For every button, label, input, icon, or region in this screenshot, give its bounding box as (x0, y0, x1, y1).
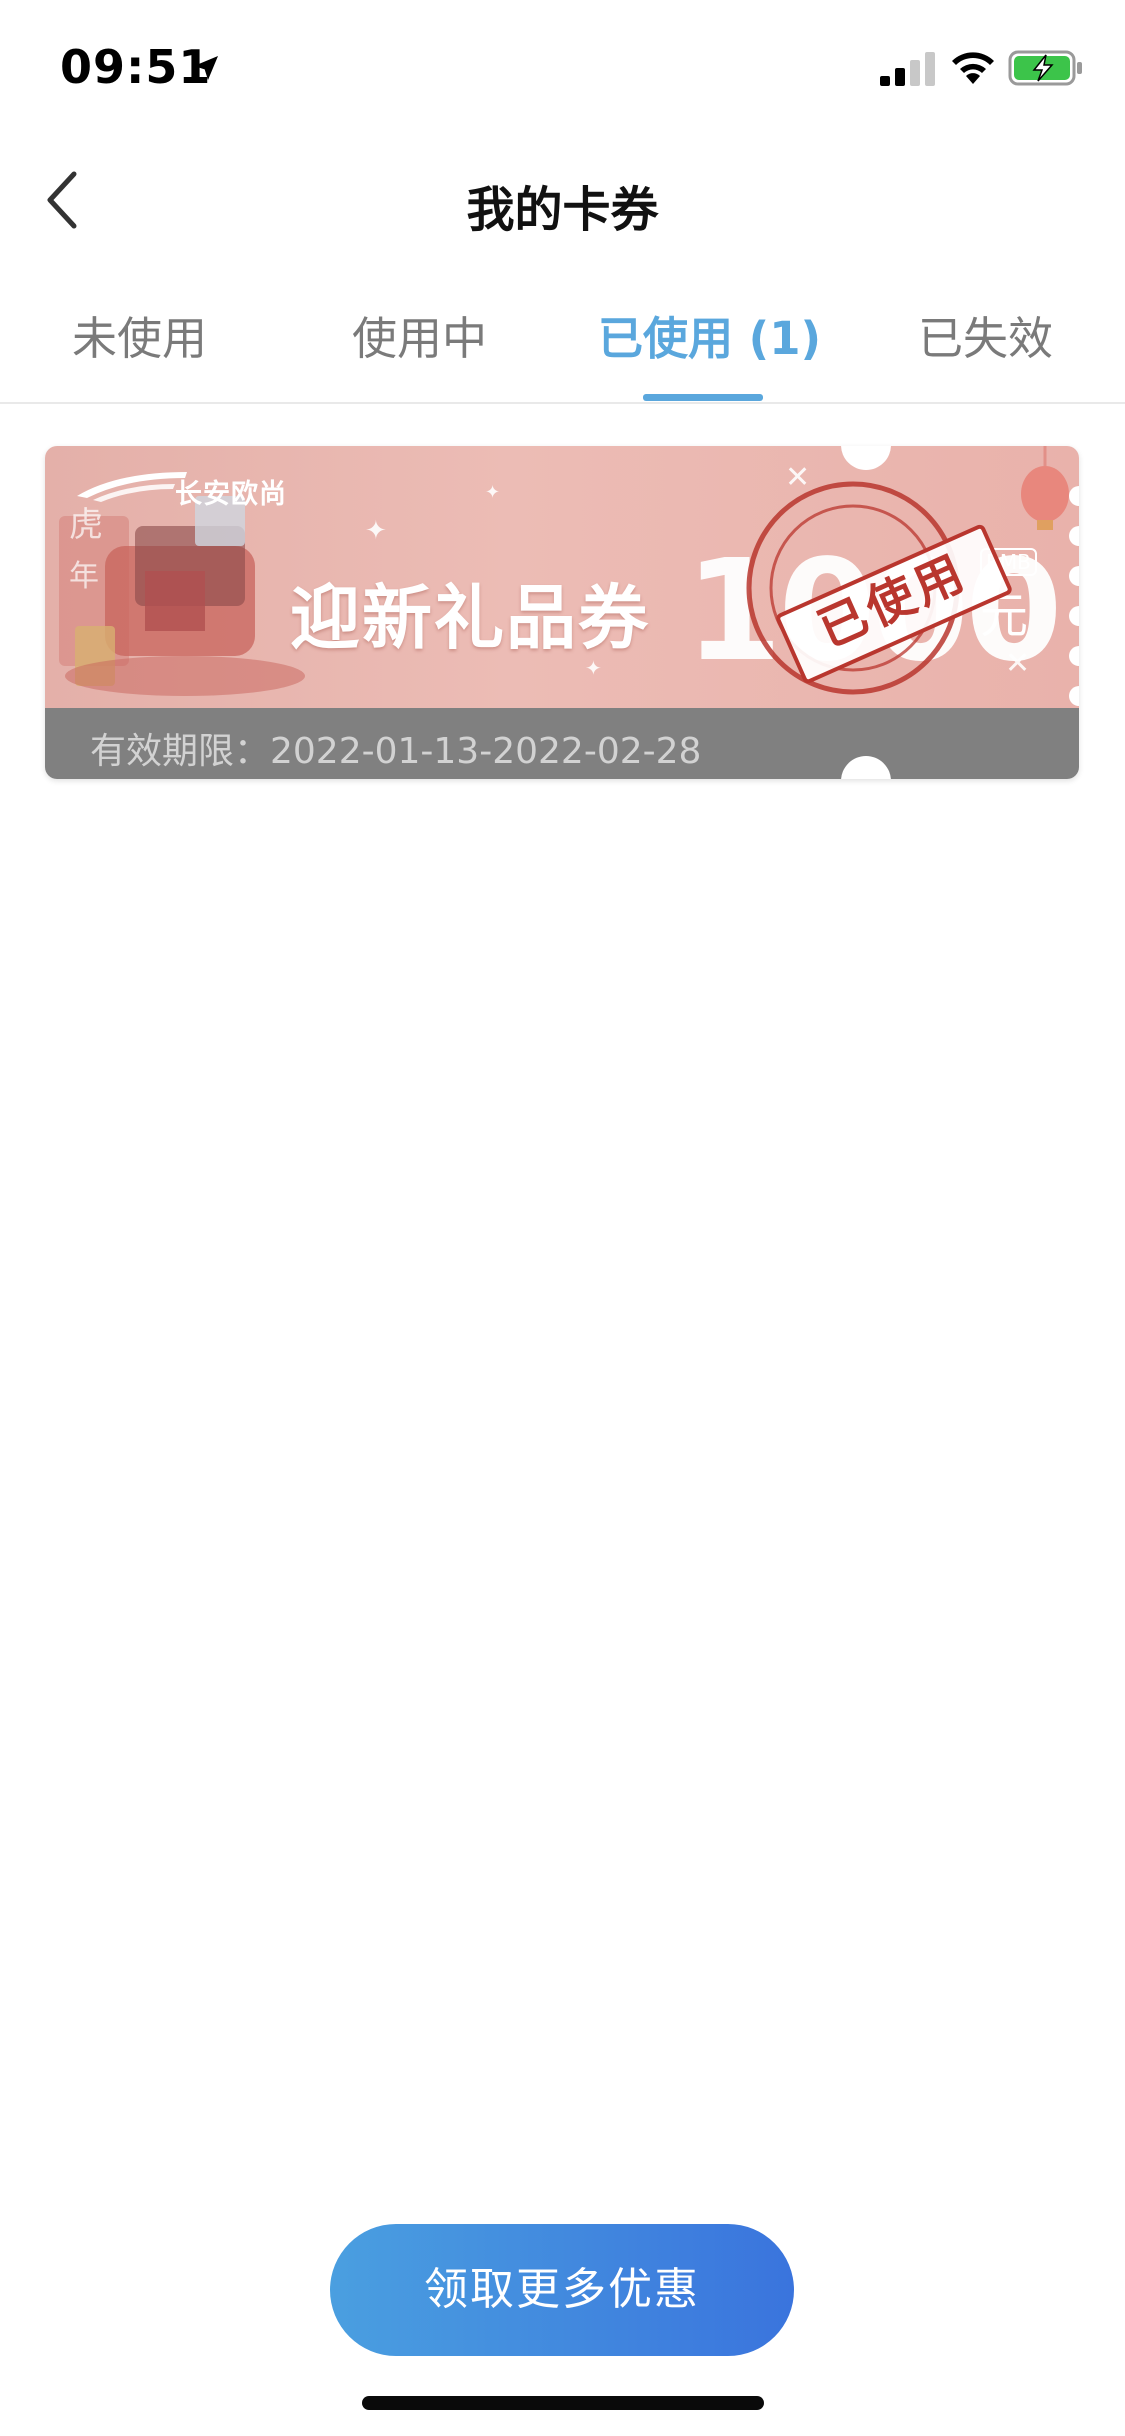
svg-text:虎: 虎 (69, 505, 103, 545)
tab-used[interactable]: 已使用 (1) (598, 302, 821, 367)
page-title: 我的卡券 (466, 182, 659, 238)
tab-in-use[interactable]: 使用中 (352, 302, 487, 367)
cellular-signal-icon (880, 52, 935, 86)
tab-expired[interactable]: 已失效 (918, 302, 1053, 367)
sparkle-icon: ✕ (1005, 646, 1031, 681)
sparkle-icon: ✦ (585, 656, 602, 680)
brand-name: 长安欧尚 (175, 479, 287, 510)
lantern-icon (1021, 446, 1069, 530)
coupon-title: 迎新礼品券 (290, 577, 650, 659)
sparkle-icon: ✦ (485, 482, 501, 503)
my-coupons-screen: 09:51 我的卡券 未使用 使用中 已使用 (1) 已失效 虎 年 长安欧尚 … (0, 0, 1125, 2436)
coupon-tabs: 未使用 使用中 已使用 (1) 已失效 (0, 280, 1125, 404)
validity-period: 有效期限：2022-01-13-2022-02-28 (90, 731, 702, 772)
location-arrow-icon (194, 56, 218, 80)
sparkle-icon: ✦ (365, 516, 387, 546)
tab-unused[interactable]: 未使用 (72, 302, 207, 367)
svg-text:年: 年 (69, 559, 99, 594)
coupon-validity-bar: 有效期限：2022-01-13-2022-02-28 (45, 708, 1079, 779)
nav-bar: 我的卡券 (0, 150, 1125, 250)
get-more-offers-button[interactable]: 领取更多优惠 (330, 2224, 794, 2356)
battery-charging-icon (1008, 50, 1082, 86)
coupon-banner: 虎 年 长安欧尚 迎新礼品券 1000 RMB 元 ✦ ✦ ✦ ✕ ✕ (45, 446, 1079, 708)
wifi-icon (952, 52, 994, 84)
status-time: 09:51 (60, 40, 212, 94)
status-bar: 09:51 (0, 0, 1125, 132)
coupon-card[interactable]: 虎 年 长安欧尚 迎新礼品券 1000 RMB 元 ✦ ✦ ✦ ✕ ✕ (45, 446, 1079, 779)
home-indicator (362, 2396, 764, 2410)
active-tab-indicator (643, 394, 763, 401)
